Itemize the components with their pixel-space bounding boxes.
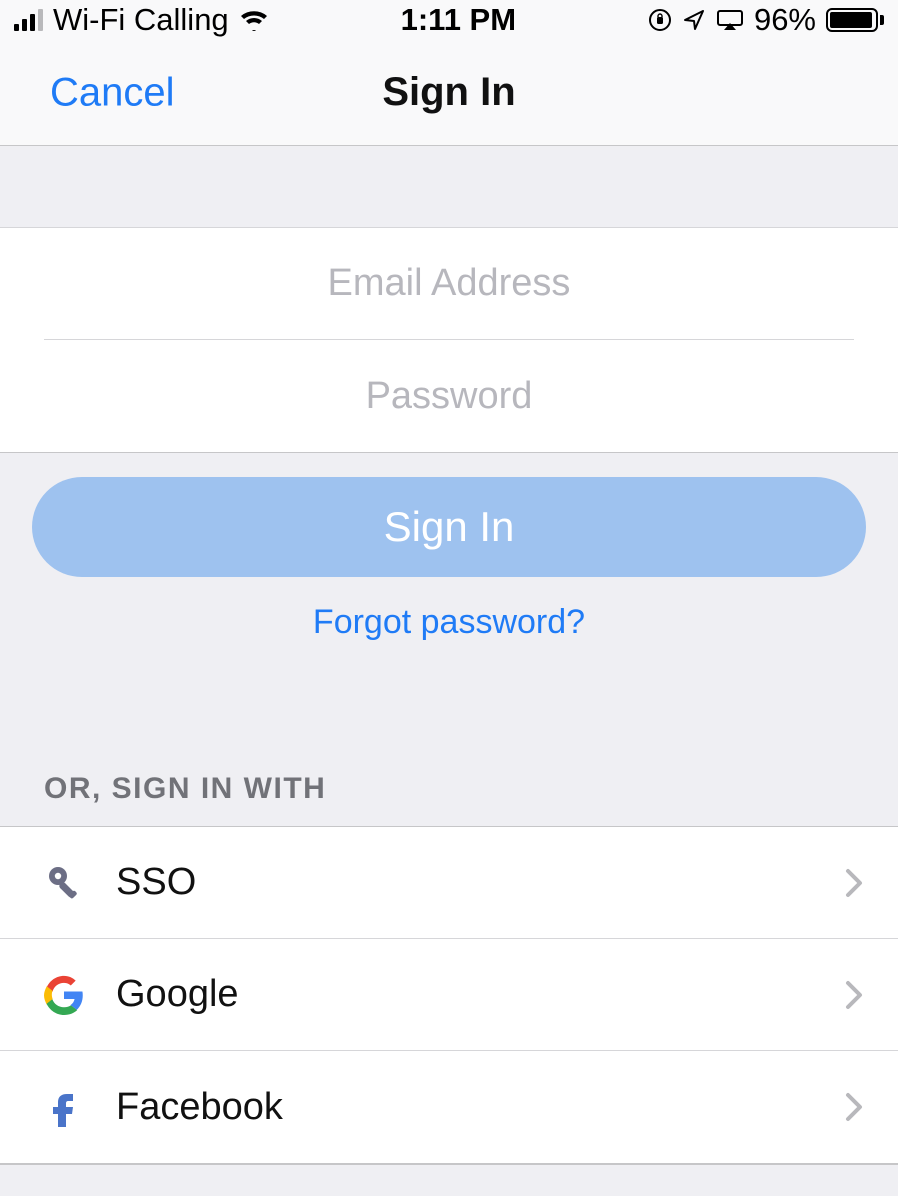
sso-row[interactable]: SSO (0, 827, 898, 939)
password-row (44, 340, 854, 452)
forgot-row: Forgot password? (0, 589, 898, 652)
nav-bar: Cancel Sign In (0, 40, 898, 146)
facebook-icon (44, 1087, 98, 1127)
spacer (0, 652, 898, 772)
spacer (0, 146, 898, 228)
credentials-form (0, 228, 898, 453)
status-time: 1:11 PM (401, 2, 516, 38)
google-row[interactable]: Google (0, 939, 898, 1051)
status-right: 96% (648, 2, 884, 38)
location-icon (682, 8, 706, 32)
carrier-label: Wi-Fi Calling (53, 2, 229, 38)
alt-signin-header: OR, SIGN IN WITH (0, 772, 898, 826)
signin-button-area: Sign In (0, 453, 898, 589)
email-field[interactable] (44, 262, 854, 305)
alt-signin-list: SSO Google Facebook (0, 826, 898, 1164)
google-label: Google (98, 973, 844, 1016)
battery-fill (830, 12, 872, 28)
page-title: Sign In (382, 70, 515, 115)
google-icon (44, 975, 98, 1015)
password-field[interactable] (44, 375, 854, 418)
airplay-icon (716, 9, 744, 31)
forgot-password-link[interactable]: Forgot password? (313, 603, 585, 642)
status-left: Wi-Fi Calling (14, 2, 269, 38)
spacer (0, 1164, 898, 1196)
chevron-right-icon (844, 867, 864, 899)
wifi-icon (239, 9, 269, 31)
cellular-signal-icon (14, 9, 43, 31)
rotation-lock-icon (648, 8, 672, 32)
battery-icon (826, 8, 884, 32)
facebook-label: Facebook (98, 1086, 844, 1129)
sso-label: SSO (98, 861, 844, 904)
chevron-right-icon (844, 979, 864, 1011)
facebook-row[interactable]: Facebook (0, 1051, 898, 1163)
status-bar: Wi-Fi Calling 1:11 PM (0, 0, 898, 40)
cancel-button[interactable]: Cancel (50, 70, 175, 115)
email-row (44, 228, 854, 340)
battery-percent: 96% (754, 2, 816, 38)
chevron-right-icon (844, 1091, 864, 1123)
signin-button[interactable]: Sign In (32, 477, 866, 577)
key-icon (44, 862, 98, 904)
